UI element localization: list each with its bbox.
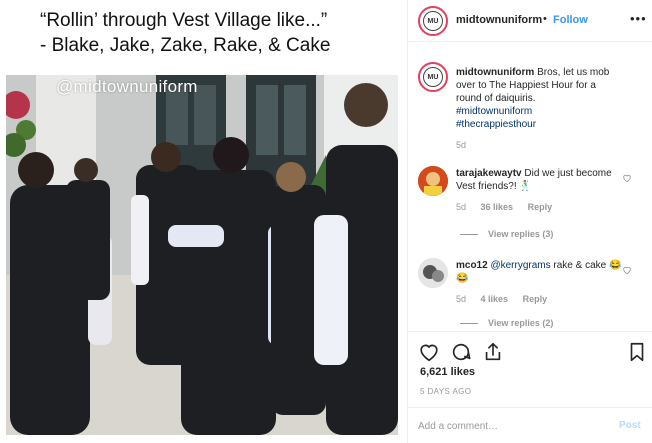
bookmark-icon[interactable]	[626, 341, 648, 363]
commenter-avatar[interactable]	[418, 166, 448, 196]
replies-divider	[460, 234, 478, 236]
comment-meta: 5d 36 likes Reply	[456, 202, 552, 212]
image-caption-line-2: - Blake, Jake, Zake, Rake, & Cake	[40, 35, 331, 56]
comment-age: 5d	[456, 202, 467, 212]
post-photo[interactable]: @midtownuniform	[6, 75, 398, 435]
view-replies-button[interactable]: View replies (2)	[460, 318, 553, 330]
comment-body: mco12 @kerrygrams rake & cake 😂😂	[456, 259, 624, 285]
post-media: “Rollin’ through Vest Village like...” -…	[0, 0, 408, 443]
hashtag-thecrappiesthour[interactable]: #thecrappiesthour	[456, 119, 536, 130]
post-date: 5 DAYS AGO	[420, 387, 472, 396]
avatar-photo	[418, 166, 448, 196]
avatar-photo	[418, 258, 448, 288]
comment-likes[interactable]: 4 likes	[481, 294, 509, 304]
view-replies-button[interactable]: View replies (3)	[460, 229, 553, 239]
comment-meta: 5d 4 likes Reply	[456, 294, 547, 304]
caption-avatar[interactable]: MU	[418, 62, 448, 92]
caption-username[interactable]: midtownuniform	[456, 67, 534, 78]
comment-age: 5d	[456, 294, 467, 304]
comment-text: rake & cake	[553, 260, 607, 271]
like-comment-heart-icon[interactable]	[622, 173, 632, 183]
view-replies-label: View replies (2)	[488, 318, 554, 328]
commenter-avatar[interactable]	[418, 258, 448, 288]
photo-illustration	[6, 75, 398, 435]
reply-button[interactable]: Reply	[523, 294, 548, 304]
image-caption-text: “Rollin’ through Vest Village like...” -…	[40, 8, 400, 58]
comment-mention[interactable]: @kerrygrams	[490, 260, 550, 271]
comment-username[interactable]: tarajakewaytv	[456, 168, 522, 179]
comment-emoji: 🕺	[519, 181, 532, 192]
header-separator: •	[543, 13, 547, 25]
heart-icon[interactable]	[418, 341, 440, 363]
brand-logo-icon: MU	[423, 67, 443, 87]
view-replies-label: View replies (3)	[488, 229, 554, 239]
replies-divider	[460, 323, 478, 325]
post-comment-button[interactable]: Post	[619, 420, 641, 431]
brand-logo-icon: MU	[423, 11, 443, 31]
post-sidebar: MU midtownuniform • Follow ••• MU midtow…	[408, 0, 652, 443]
add-comment-input[interactable]	[418, 417, 598, 435]
comment-username[interactable]: mco12	[456, 260, 488, 271]
post-actions	[408, 331, 652, 371]
likes-count[interactable]: 6,621 likes	[420, 366, 475, 378]
post-header: MU midtownuniform • Follow •••	[408, 0, 652, 42]
reply-button[interactable]: Reply	[528, 202, 553, 212]
image-watermark: @midtownuniform	[56, 77, 198, 96]
comment-likes[interactable]: 36 likes	[481, 202, 514, 212]
more-options-icon[interactable]: •••	[630, 11, 647, 26]
share-icon[interactable]	[482, 341, 504, 363]
comment-icon[interactable]	[450, 341, 472, 363]
header-username[interactable]: midtownuniform	[456, 14, 542, 26]
image-caption-line-1: “Rollin’ through Vest Village like...”	[40, 10, 328, 31]
follow-button[interactable]: Follow	[553, 14, 588, 26]
add-comment-section: Post	[408, 407, 652, 443]
caption-age: 5d	[456, 140, 467, 150]
hashtag-midtownuniform[interactable]: #midtownuniform	[456, 106, 532, 117]
caption-body: midtownuniform Bros, let us mob over to …	[456, 66, 624, 131]
like-comment-heart-icon[interactable]	[622, 265, 632, 275]
account-avatar[interactable]: MU	[418, 6, 448, 36]
comment-body: tarajakewaytv Did we just become Vest fr…	[456, 167, 624, 193]
